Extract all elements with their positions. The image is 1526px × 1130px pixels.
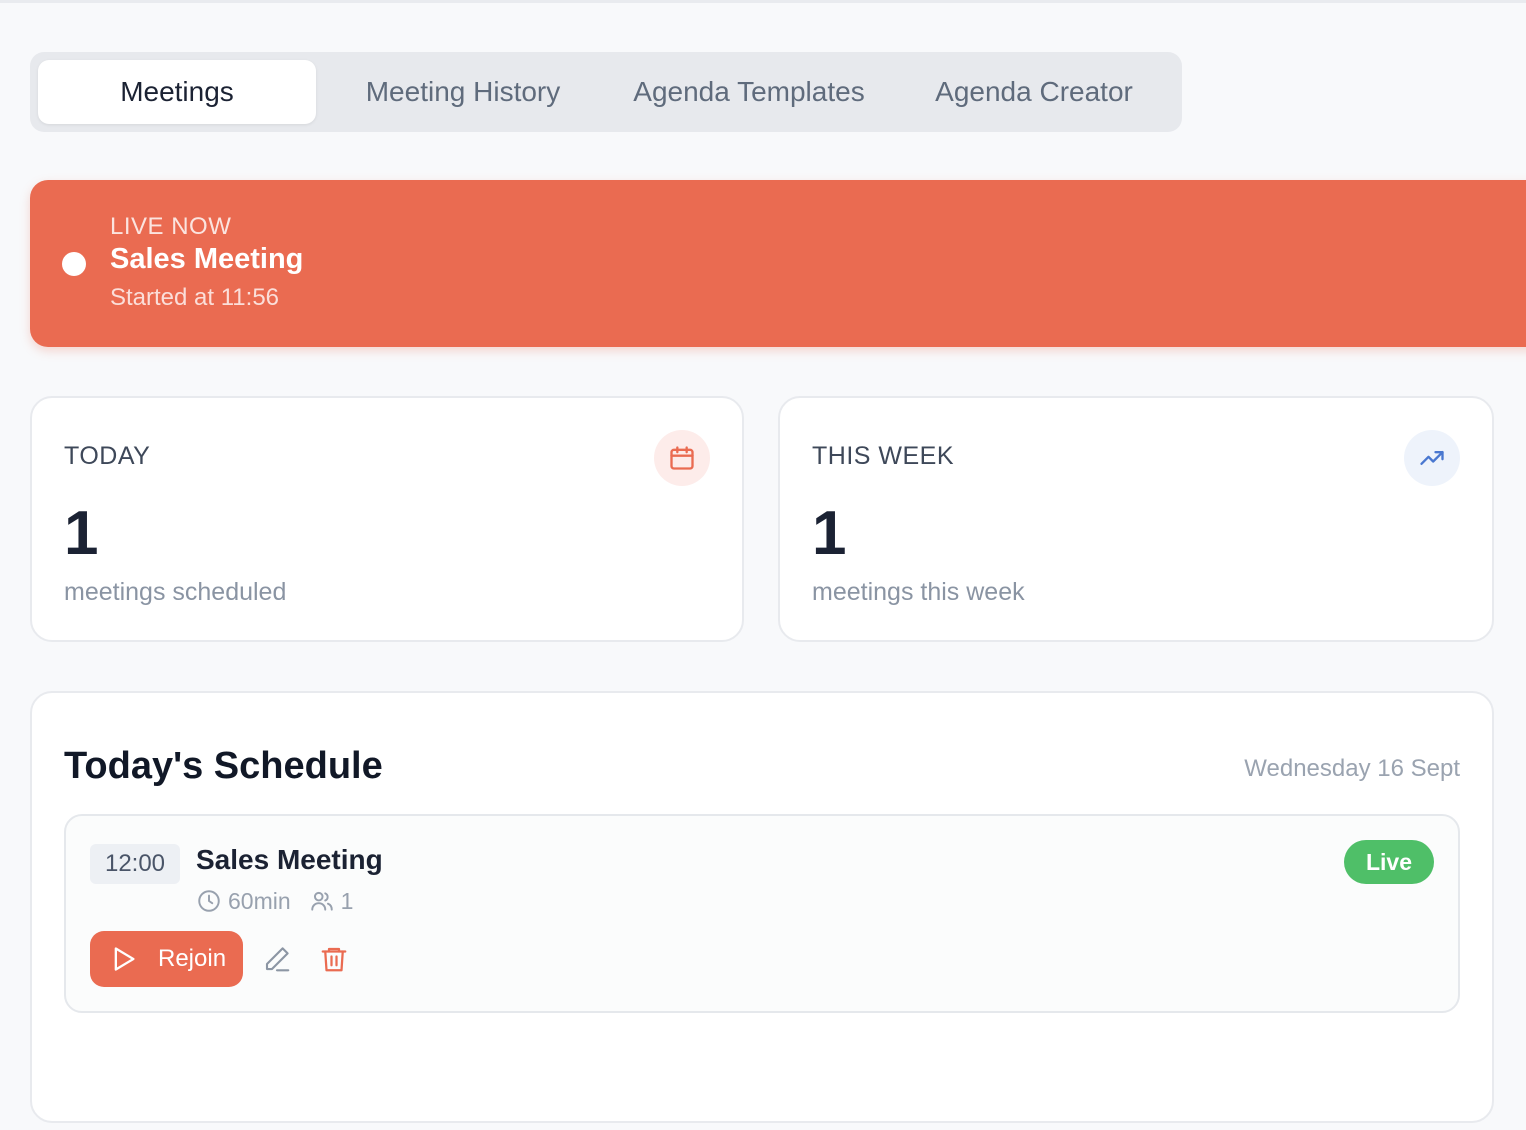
live-indicator-dot bbox=[62, 252, 86, 276]
live-meeting-title: Sales Meeting bbox=[110, 243, 304, 275]
trash-icon[interactable] bbox=[319, 944, 349, 974]
live-meeting-start-time: Started at 11:56 bbox=[110, 284, 280, 311]
meeting-attendee-count: 1 bbox=[340, 887, 354, 914]
edit-icon[interactable] bbox=[262, 944, 292, 974]
schedule-title: Today's Schedule bbox=[64, 745, 383, 787]
tab-bar: Meetings Meeting History Agenda Template… bbox=[30, 52, 1182, 132]
clock-icon bbox=[196, 888, 222, 914]
week-stat-card: THIS WEEK 1 meetings this week bbox=[778, 396, 1494, 642]
week-stat-label: THIS WEEK bbox=[812, 442, 955, 470]
play-icon bbox=[110, 945, 138, 978]
tab-meeting-history[interactable]: Meeting History bbox=[346, 60, 580, 124]
today-stat-card: TODAY 1 meetings scheduled bbox=[30, 396, 744, 642]
status-badge: Live bbox=[1344, 840, 1434, 884]
tab-agenda-creator[interactable]: Agenda Creator bbox=[918, 60, 1150, 124]
rejoin-button[interactable]: Rejoin bbox=[90, 931, 243, 987]
week-meeting-count: 1 bbox=[812, 499, 847, 568]
schedule-date: Wednesday 16 Sept bbox=[1244, 755, 1460, 782]
rejoin-button-label: Rejoin bbox=[158, 945, 227, 972]
trending-up-icon bbox=[1404, 430, 1460, 486]
tab-agenda-templates[interactable]: Agenda Templates bbox=[618, 60, 880, 124]
tab-meetings[interactable]: Meetings bbox=[38, 60, 316, 124]
top-divider bbox=[0, 0, 1526, 3]
today-meeting-count: 1 bbox=[64, 499, 99, 568]
meeting-title: Sales Meeting bbox=[196, 844, 383, 875]
today-stat-label: TODAY bbox=[64, 442, 151, 470]
users-icon bbox=[309, 888, 335, 914]
calendar-icon bbox=[654, 430, 710, 486]
todays-schedule-card: Today's Schedule Wednesday 16 Sept 12:00… bbox=[30, 691, 1494, 1123]
live-now-label: LIVE NOW bbox=[110, 213, 232, 240]
week-stat-subtitle: meetings this week bbox=[812, 578, 1025, 606]
today-stat-subtitle: meetings scheduled bbox=[64, 578, 287, 606]
meeting-duration: 60min bbox=[228, 887, 291, 914]
meeting-meta: 60min 1 bbox=[196, 886, 353, 916]
meeting-list-item[interactable]: 12:00 Sales Meeting 60min 1 Live Rejoin bbox=[64, 814, 1460, 1013]
meeting-time-badge: 12:00 bbox=[90, 844, 180, 884]
live-now-banner[interactable]: LIVE NOW Sales Meeting Started at 11:56 bbox=[30, 180, 1526, 347]
